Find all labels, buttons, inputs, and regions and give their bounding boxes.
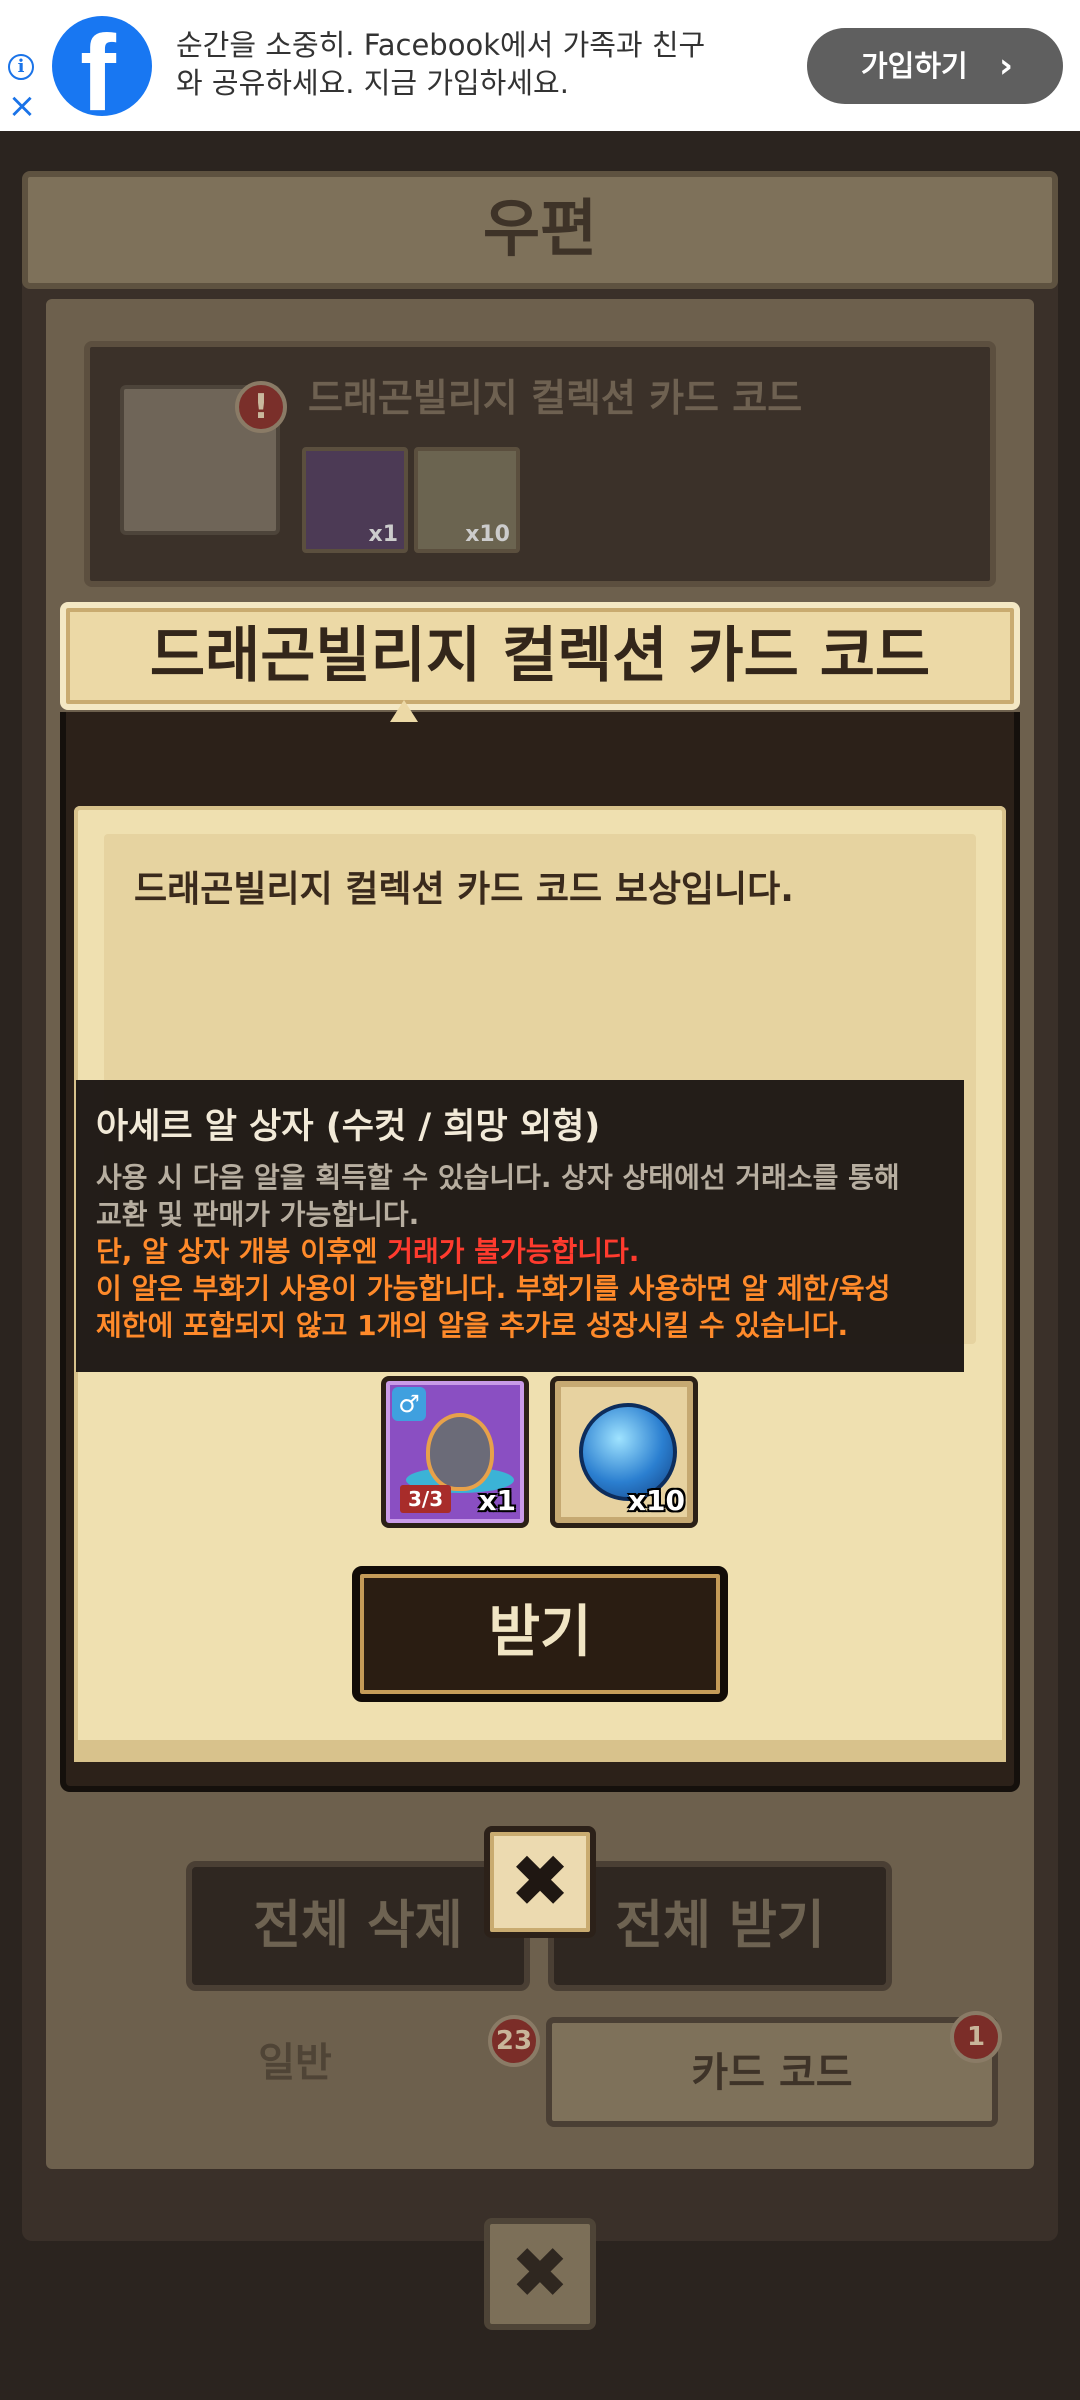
tooltip-line-3-prefix: 단, 알 상자 개봉 이후엔 — [96, 1235, 388, 1268]
mini-orb-card: x10 — [414, 447, 520, 553]
alert-icon: ! — [235, 381, 287, 433]
ad-info-icon[interactable]: i — [8, 54, 34, 80]
ad-close-icon[interactable]: × — [6, 89, 38, 123]
ad-signup-label: 가입하기 — [861, 49, 968, 83]
delete-all-button[interactable]: 전체 삭제 — [186, 1861, 530, 1991]
egg-box-icon — [430, 1417, 490, 1487]
tooltip-title: 아세르 알 상자 (수컷 / 희망 외형) — [96, 1107, 601, 1147]
mini-egg-qty: x1 — [368, 522, 399, 547]
tooltip-line-3-warning: 거래가 불가능합니다. — [387, 1235, 640, 1268]
mail-item[interactable]: ! 드래곤빌리지 컬렉션 카드 코드 x1 x10 — [84, 341, 996, 587]
tab-general[interactable]: 일반 — [80, 2013, 510, 2123]
dialog-message: 드래곤빌리지 컬렉션 카드 코드 보상입니다. — [134, 869, 794, 910]
mail-item-title: 드래곤빌리지 컬렉션 카드 코드 — [308, 376, 803, 420]
dialog-paper-edge — [74, 1740, 1006, 1762]
receive-button[interactable]: 받기 — [352, 1566, 728, 1702]
tooltip-line-4: 이 알은 부화기 사용이 가능합니다. 부화기를 사용하면 알 제한/육성 — [96, 1272, 891, 1305]
ad-text: 순간을 소중히. Facebook에서 가족과 친구와 공유하세요. 지금 가입… — [176, 28, 706, 100]
tooltip-line-1: 사용 시 다음 알을 획득할 수 있습니다. 상자 상태에선 거래소를 통해 — [96, 1161, 900, 1194]
dialog-title: 드래곤빌리지 컬렉션 카드 코드 — [60, 602, 1020, 710]
general-count-badge: 23 — [488, 2015, 540, 2067]
egg-count-badge: 3/3 — [400, 1485, 452, 1513]
orb-quantity: x10 — [627, 1484, 685, 1517]
facebook-logo-icon: f — [52, 16, 152, 128]
chevron-right-icon: › — [998, 46, 1013, 86]
mailbox-close-button[interactable]: ✖ — [484, 2218, 596, 2330]
mini-egg-card: x1 — [302, 447, 408, 553]
tab-card-code[interactable]: 카드 코드 — [546, 2017, 998, 2127]
egg-box-reward[interactable]: ♂ 3/3 x1 — [381, 1376, 529, 1528]
male-icon: ♂ — [392, 1387, 426, 1421]
dialog-close-button[interactable]: ✖ — [484, 1826, 596, 1938]
tooltip-line-5: 제한에 포함되지 않고 1개의 알을 추가로 성장시킬 수 있습니다. — [96, 1309, 849, 1342]
item-tooltip: 아세르 알 상자 (수컷 / 희망 외형) 사용 시 다음 알을 획득할 수 있… — [76, 1080, 964, 1372]
egg-quantity: x1 — [478, 1484, 516, 1517]
ad-banner[interactable]: i × f 순간을 소중히. Facebook에서 가족과 친구와 공유하세요.… — [0, 0, 1080, 131]
mailbox-title: 우편 — [22, 171, 1058, 289]
receive-all-button[interactable]: 전체 받기 — [548, 1861, 892, 1991]
orb-reward[interactable]: x10 — [550, 1376, 698, 1528]
card-code-count-badge: 1 — [950, 2011, 1002, 2063]
ad-signup-button[interactable]: 가입하기 › — [807, 28, 1063, 104]
mini-orb-qty: x10 — [465, 522, 510, 547]
tooltip-line-2: 교환 및 판매가 가능합니다. — [96, 1198, 420, 1231]
tooltip-line-3: 단, 알 상자 개봉 이후엔 거래가 불가능합니다. — [96, 1233, 944, 1270]
